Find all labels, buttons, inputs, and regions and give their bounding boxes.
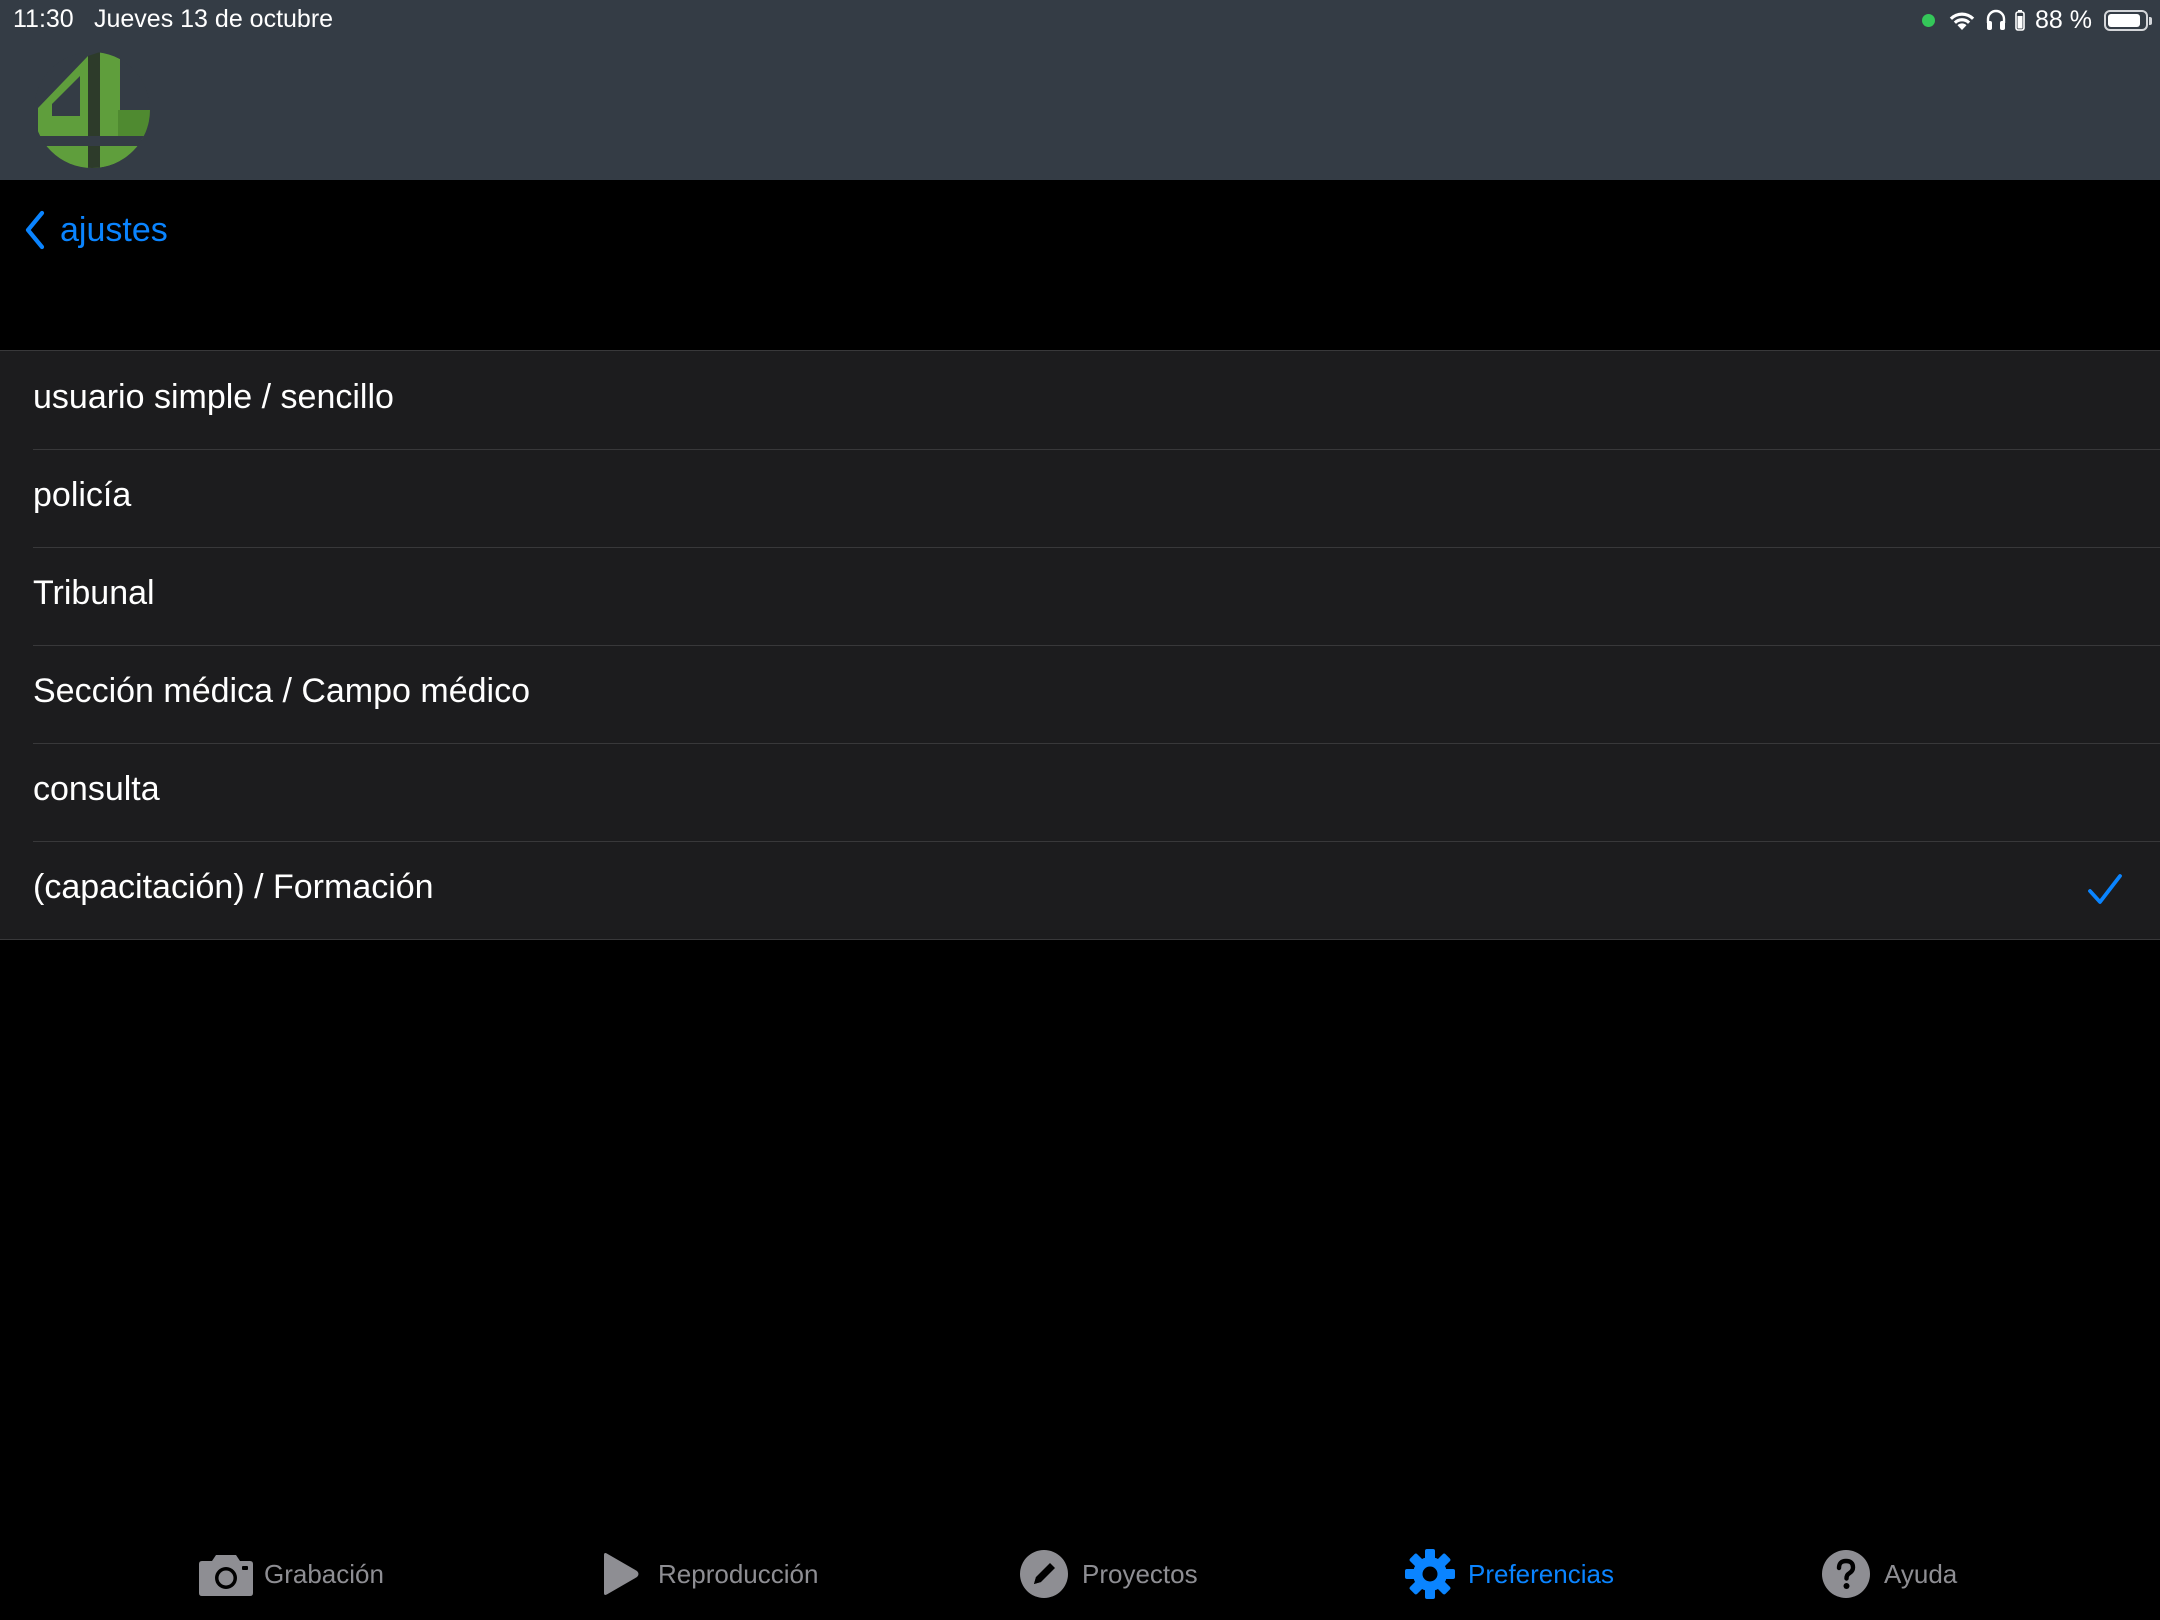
- tab-bar: Grabación Reproducción Proyectos Prefere…: [0, 1540, 2160, 1608]
- tab-label: Preferencias: [1468, 1558, 1614, 1589]
- tab-ayuda[interactable]: Ayuda: [1818, 1540, 1957, 1608]
- app-logo: [30, 48, 154, 172]
- tab-reproduccion[interactable]: Reproducción: [592, 1540, 818, 1608]
- checkmark-icon: [2088, 874, 2122, 904]
- status-bar: 11:30 Jueves 13 de octubre 88 %: [0, 0, 2160, 40]
- option-row-consulta[interactable]: consulta: [0, 743, 2160, 841]
- tab-label: Reproducción: [658, 1558, 819, 1589]
- option-label: Sección médica / Campo médico: [33, 672, 531, 710]
- chevron-left-icon: [25, 210, 45, 250]
- battery-tip: [2149, 16, 2152, 25]
- camera-icon: [198, 1546, 254, 1602]
- app-header: 11:30 Jueves 13 de octubre 88 %: [0, 0, 2160, 180]
- headphones-icon: [1986, 9, 2006, 30]
- wifi-icon: [1949, 12, 1975, 30]
- play-icon: [592, 1546, 648, 1602]
- help-icon: [1818, 1546, 1874, 1602]
- profile-options-list: usuario simple / sencillo policía Tribun…: [0, 350, 2160, 940]
- tab-grabacion[interactable]: Grabación: [198, 1540, 384, 1608]
- headphones-battery-icon: [2015, 10, 2025, 31]
- tab-preferencias[interactable]: Preferencias: [1402, 1540, 1614, 1608]
- status-indicators: 88 %: [1922, 4, 2152, 36]
- battery-percent: 88 %: [2035, 5, 2092, 34]
- back-button[interactable]: ajustes: [24, 205, 168, 255]
- option-row-usuario-simple[interactable]: usuario simple / sencillo: [0, 351, 2160, 449]
- option-row-tribunal[interactable]: Tribunal: [0, 547, 2160, 645]
- battery-level-fill: [2108, 13, 2140, 27]
- status-time: 11:30: [13, 5, 74, 33]
- battery-icon: [2104, 9, 2152, 31]
- gear-icon: [1402, 1546, 1458, 1602]
- option-row-policia[interactable]: policía: [0, 449, 2160, 547]
- tab-label: Ayuda: [1884, 1558, 1958, 1589]
- option-row-seccion-medica[interactable]: Sección médica / Campo médico: [0, 645, 2160, 743]
- tab-label: Proyectos: [1082, 1558, 1198, 1589]
- option-label: usuario simple / sencillo: [33, 378, 394, 416]
- option-label: Tribunal: [33, 574, 155, 612]
- status-date: Jueves 13 de octubre: [94, 5, 334, 33]
- tab-label: Grabación: [264, 1558, 384, 1589]
- tab-proyectos[interactable]: Proyectos: [1016, 1540, 1198, 1608]
- option-label: policía: [33, 476, 132, 514]
- screen: 11:30 Jueves 13 de octubre 88 % ajustes …: [0, 0, 2160, 1620]
- option-row-formacion[interactable]: (capacitación) / Formación: [0, 841, 2160, 939]
- camera-in-use-indicator-icon: [1922, 13, 1936, 27]
- back-button-label: ajustes: [60, 210, 168, 249]
- option-label: consulta: [33, 770, 160, 808]
- option-label: (capacitación) / Formación: [33, 868, 434, 906]
- pencil-icon: [1016, 1546, 1072, 1602]
